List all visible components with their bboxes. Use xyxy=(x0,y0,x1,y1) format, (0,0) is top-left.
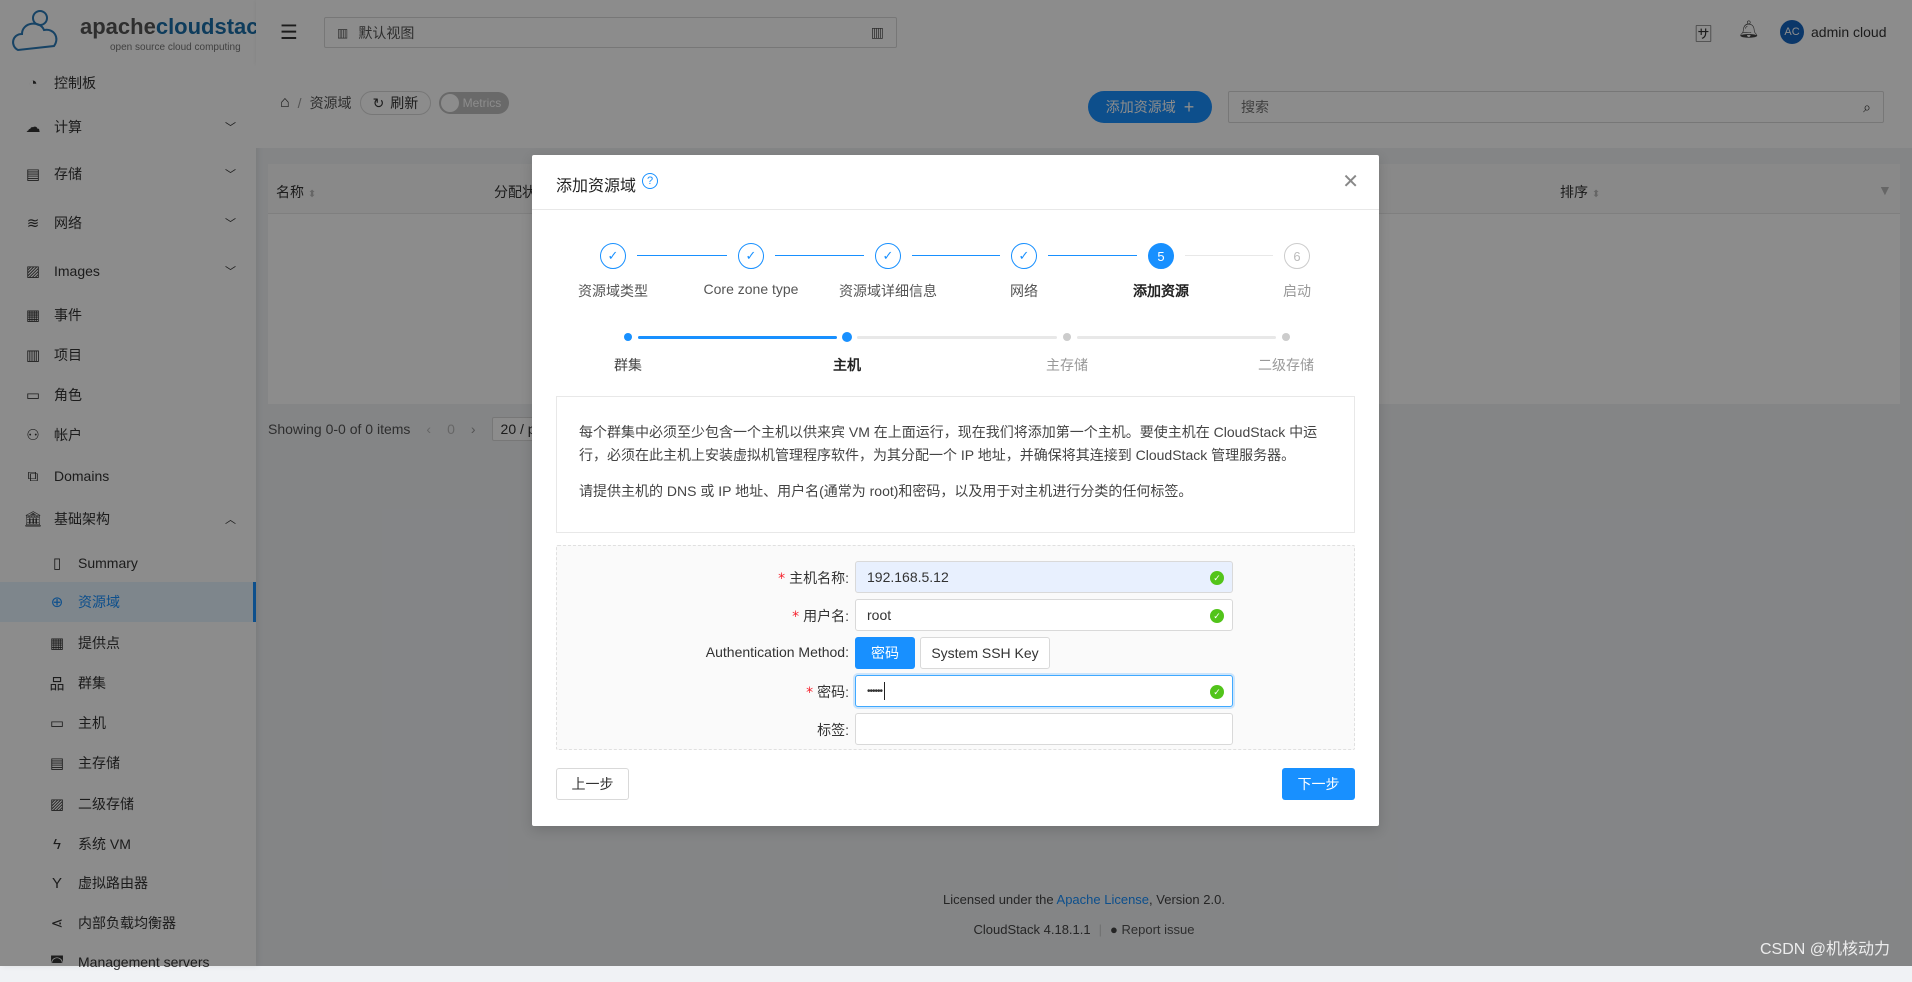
check-icon: ✓ xyxy=(600,243,626,269)
sub-step-2: 主机 xyxy=(777,332,917,375)
host-form: * 主机名称: 192.168.5.12 ✓ * 用户名: root ✓ Authent… xyxy=(556,545,1355,750)
password-label: * 密码: xyxy=(806,684,849,701)
password-row: * 密码: •••••• ✓ xyxy=(557,675,1356,707)
hostname-input[interactable]: 192.168.5.12 ✓ xyxy=(855,561,1233,593)
auth-ssh-key-radio[interactable]: System SSH Key xyxy=(920,637,1050,669)
dialog-header: 添加资源域 ? ✕ xyxy=(532,155,1379,210)
sub-step-label: 主存储 xyxy=(1046,357,1088,373)
step-label: 启动 xyxy=(1283,283,1311,299)
tags-label: 标签: xyxy=(817,722,849,738)
check-icon: ✓ xyxy=(738,243,764,269)
auth-method-label: Authentication Method: xyxy=(705,644,849,660)
hostname-row: * 主机名称: 192.168.5.12 ✓ xyxy=(557,561,1356,593)
check-circle-icon: ✓ xyxy=(1210,685,1224,699)
auth-password-radio[interactable]: 密码 xyxy=(855,637,915,669)
dialog-title: 添加资源域 xyxy=(556,178,637,195)
step-label: 资源域详细信息 xyxy=(839,283,937,299)
step-label: Core zone type xyxy=(703,281,799,297)
wizard-step-2: ✓ Core zone type xyxy=(681,243,821,297)
sub-step-3: 主存储 xyxy=(997,333,1137,375)
auth-method-row: Authentication Method: 密码 System SSH Key xyxy=(557,637,1356,669)
sub-step-label: 主机 xyxy=(833,357,861,373)
info-paragraph-2: 请提供主机的 DNS 或 IP 地址、用户名(通常为 root)和密码，以及用于… xyxy=(579,483,1193,499)
wizard-step-4: ✓ 网络 xyxy=(954,243,1094,301)
check-icon: ✓ xyxy=(875,243,901,269)
username-row: * 用户名: root ✓ xyxy=(557,599,1356,631)
info-paragraph-1: 每个群集中必须至少包含一个主机以供来宾 VM 在上面运行，现在我们将添加第一个主… xyxy=(579,424,1318,463)
tags-row: 标签: xyxy=(557,713,1356,745)
wizard-step-3: ✓ 资源域详细信息 xyxy=(818,243,958,301)
sub-step-label: 二级存储 xyxy=(1258,357,1314,373)
step-dot xyxy=(624,333,632,341)
check-circle-icon: ✓ xyxy=(1210,571,1224,585)
sub-step-1: 群集 xyxy=(558,333,698,375)
step-number: 6 xyxy=(1284,243,1310,269)
check-icon: ✓ xyxy=(1011,243,1037,269)
text-cursor xyxy=(884,682,886,700)
hostname-label: * 主机名称: xyxy=(778,570,849,587)
help-icon[interactable]: ? xyxy=(642,173,658,189)
host-info-box: 每个群集中必须至少包含一个主机以供来宾 VM 在上面运行，现在我们将添加第一个主… xyxy=(556,396,1355,533)
sub-step-4: 二级存储 xyxy=(1216,333,1356,375)
step-dot xyxy=(842,332,852,342)
wizard-step-1: ✓ 资源域类型 xyxy=(543,243,683,301)
username-input[interactable]: root ✓ xyxy=(855,599,1233,631)
close-icon[interactable]: ✕ xyxy=(1342,169,1359,194)
step-label: 网络 xyxy=(1010,283,1038,299)
step-number: 5 xyxy=(1148,243,1174,269)
add-zone-dialog: 添加资源域 ? ✕ ✓ 资源域类型 ✓ Core zone type ✓ 资源域详细信息 ✓… xyxy=(532,155,1379,826)
step-label: 资源域类型 xyxy=(578,283,648,299)
sub-step-label: 群集 xyxy=(614,357,642,373)
wizard-step-6: 6 启动 xyxy=(1227,243,1367,301)
next-button[interactable]: 下一步 xyxy=(1282,768,1355,800)
check-circle-icon: ✓ xyxy=(1210,609,1224,623)
step-dot xyxy=(1282,333,1290,341)
watermark: CSDN @机核动力 xyxy=(1760,941,1891,958)
tags-input[interactable] xyxy=(855,713,1233,745)
step-label: 添加资源 xyxy=(1133,283,1189,299)
password-input[interactable]: •••••• ✓ xyxy=(855,675,1233,707)
previous-button[interactable]: 上一步 xyxy=(556,768,629,800)
step-dot xyxy=(1063,333,1071,341)
wizard-step-5: 5 添加资源 xyxy=(1091,243,1231,301)
username-label: * 用户名: xyxy=(792,608,849,625)
